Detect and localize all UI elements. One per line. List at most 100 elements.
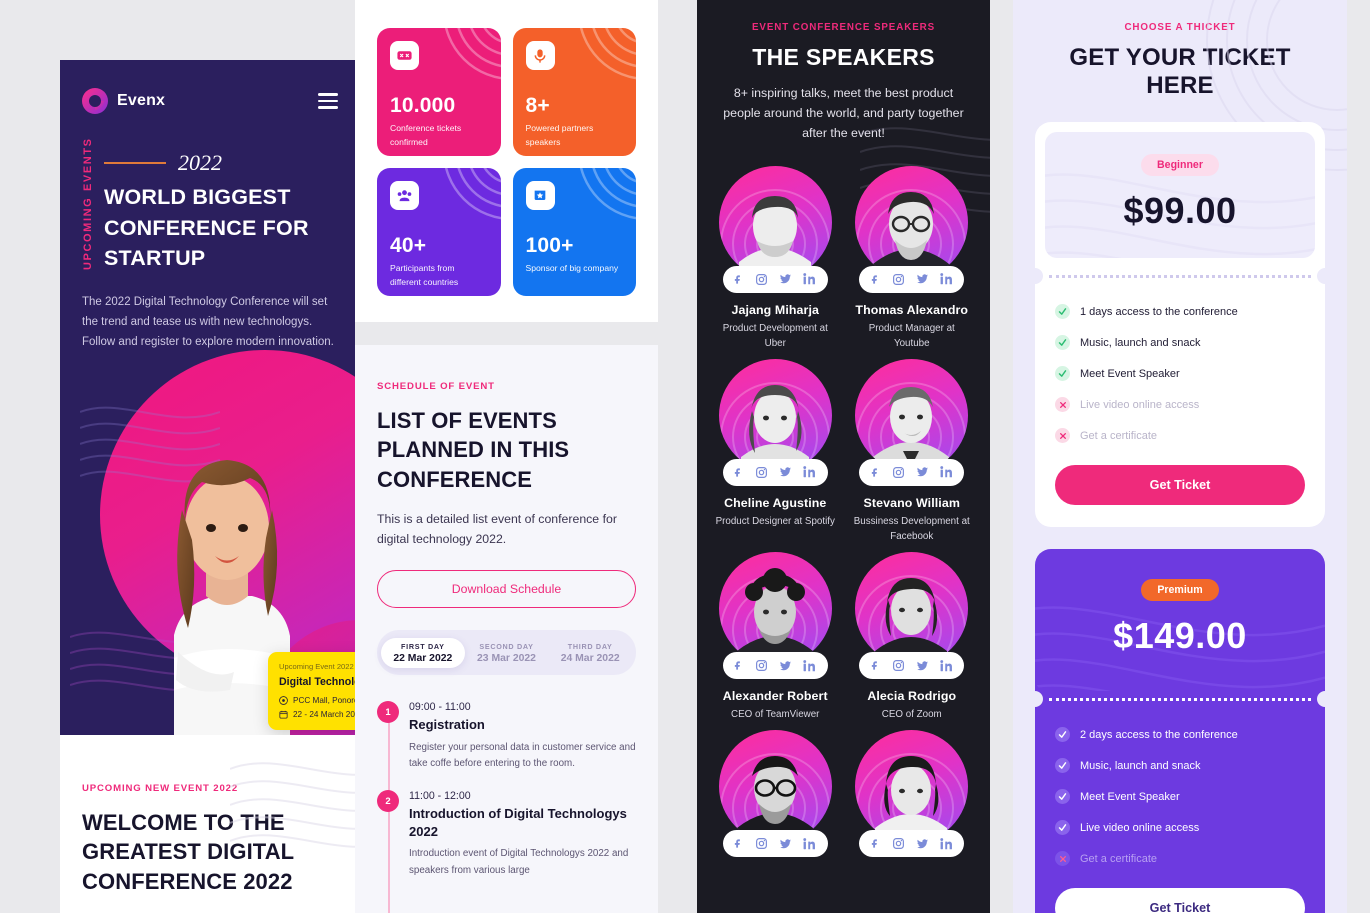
hero-body: UPCOMING EVENTS 2022 WORLD BIGGEST CONFE… bbox=[60, 114, 355, 274]
pricing-card-header: Premium $149.00 bbox=[1035, 549, 1325, 691]
check-icon bbox=[1055, 727, 1070, 742]
day-tab-2[interactable]: SECOND DAY 23 Mar 2022 bbox=[465, 638, 549, 668]
pricing-feature-4: Live video online access bbox=[1055, 812, 1305, 843]
get-ticket-button[interactable]: Get Ticket bbox=[1055, 465, 1305, 505]
speaker-role: Bussiness Development at Facebook bbox=[853, 515, 970, 543]
twitter-icon[interactable] bbox=[916, 466, 929, 478]
instagram-icon[interactable] bbox=[755, 659, 768, 672]
ticket-dotted-line bbox=[1049, 274, 1311, 278]
event-card-eyebrow: Upcoming Event 2022 bbox=[279, 662, 354, 671]
speaker-social-links[interactable] bbox=[859, 458, 965, 486]
ticket-perforation bbox=[1035, 268, 1325, 284]
speaker-name: Thomas Alexandro bbox=[855, 302, 969, 317]
facebook-icon[interactable] bbox=[870, 466, 881, 479]
pricing-feature-2: Music, launch and snack bbox=[1055, 750, 1305, 781]
speaker-social-links[interactable] bbox=[859, 265, 965, 293]
day-tabs[interactable]: FIRST DAY 22 Mar 2022 SECOND DAY 23 Mar 202… bbox=[377, 630, 636, 676]
facebook-icon[interactable] bbox=[733, 466, 744, 479]
pricing-feature-label: 1 days access to the conference bbox=[1080, 305, 1238, 318]
ticket-icon bbox=[390, 41, 419, 70]
linkedin-icon[interactable] bbox=[940, 659, 954, 672]
facebook-icon[interactable] bbox=[733, 273, 744, 286]
schedule-timeline: 1 09:00 - 11:00 Registration Register your … bbox=[377, 701, 636, 913]
twitter-icon[interactable] bbox=[916, 273, 929, 285]
hero-panel: Evenx UPCOMING EVENTS 2022 WORLD BIGGEST… bbox=[0, 0, 355, 913]
day-tab-key: FIRST DAY bbox=[401, 641, 445, 651]
stat-label: Participants from different countries bbox=[390, 263, 459, 287]
speaker-role: Product Designer at Spotify bbox=[715, 515, 835, 527]
microphone-icon bbox=[525, 41, 555, 70]
instagram-icon[interactable] bbox=[892, 659, 905, 672]
instagram-icon[interactable] bbox=[755, 273, 768, 286]
facebook-icon[interactable] bbox=[870, 273, 881, 286]
speaker-role: CEO of Zoom bbox=[881, 709, 942, 721]
page-root: Evenx UPCOMING EVENTS 2022 WORLD BIGGEST… bbox=[0, 0, 1370, 913]
check-icon bbox=[1055, 366, 1070, 381]
pricing-badge: Premium bbox=[1141, 579, 1219, 601]
day-tab-3[interactable]: THIRD DAY 24 Mar 2022 bbox=[548, 638, 632, 668]
instagram-icon[interactable] bbox=[892, 837, 905, 850]
twitter-icon[interactable] bbox=[779, 838, 792, 850]
stat-number: 40+ bbox=[390, 234, 427, 257]
speaker-social-links[interactable] bbox=[722, 265, 828, 293]
facebook-icon[interactable] bbox=[733, 659, 744, 672]
speaker-social-links[interactable] bbox=[859, 652, 965, 680]
pricing-price: $99.00 bbox=[1123, 190, 1237, 231]
pricing-feature-label: Live video online access bbox=[1080, 398, 1200, 411]
welcome-section: UPCOMING NEW EVENT 2022 WELCOME TO THE G… bbox=[60, 735, 355, 913]
instagram-icon[interactable] bbox=[892, 466, 905, 479]
twitter-icon[interactable] bbox=[916, 838, 929, 850]
linkedin-icon[interactable] bbox=[940, 273, 954, 285]
stats-grid: 10.000 Conference tickets confirmed 8+ Powe… bbox=[377, 28, 636, 296]
facebook-icon[interactable] bbox=[870, 837, 881, 850]
facebook-icon[interactable] bbox=[733, 837, 744, 850]
speaker-avatar bbox=[855, 358, 969, 472]
hero-vertical-label-2: EVENTS bbox=[82, 137, 94, 191]
linkedin-icon[interactable] bbox=[803, 838, 817, 850]
stat-number: 10.000 bbox=[390, 94, 456, 117]
speaker-social-links[interactable] bbox=[722, 652, 828, 680]
check-icon bbox=[1055, 335, 1070, 350]
speaker-social-links[interactable] bbox=[859, 830, 965, 858]
twitter-icon[interactable] bbox=[779, 466, 792, 478]
facebook-icon[interactable] bbox=[870, 659, 881, 672]
stat-card-3: 40+ Participants from different countries bbox=[377, 168, 501, 296]
hero-paragraph: The 2022 Digital Technology Conference w… bbox=[82, 295, 334, 349]
speaker-name: Stevano William bbox=[863, 495, 960, 510]
twitter-icon[interactable] bbox=[779, 660, 792, 672]
linkedin-icon[interactable] bbox=[803, 466, 817, 478]
twitter-icon[interactable] bbox=[916, 660, 929, 672]
timeline-item-1: 1 09:00 - 11:00 Registration Register your … bbox=[377, 701, 636, 772]
linkedin-icon[interactable] bbox=[940, 838, 954, 850]
download-schedule-button[interactable]: Download Schedule bbox=[377, 570, 636, 609]
evenx-logo-icon bbox=[82, 88, 108, 114]
pricing-feature-2: Music, launch and snack bbox=[1055, 327, 1305, 358]
speaker-card-8 bbox=[852, 730, 973, 867]
instagram-icon[interactable] bbox=[755, 466, 768, 479]
get-ticket-button[interactable]: Get Ticket bbox=[1055, 888, 1305, 913]
instagram-icon[interactable] bbox=[892, 273, 905, 286]
pricing-panel-wrap: CHOOSE A THICKET GET YOUR TICKET HERE Be… bbox=[1013, 0, 1370, 913]
linkedin-icon[interactable] bbox=[803, 273, 817, 285]
linkedin-icon[interactable] bbox=[803, 659, 817, 672]
pricing-feature-label: Live video online access bbox=[1080, 821, 1200, 834]
speaker-social-links[interactable] bbox=[722, 458, 828, 486]
twitter-icon[interactable] bbox=[779, 273, 792, 285]
linkedin-icon[interactable] bbox=[940, 466, 954, 478]
day-tab-1[interactable]: FIRST DAY 22 Mar 2022 bbox=[381, 637, 465, 668]
hero-card: Evenx UPCOMING EVENTS 2022 WORLD BIGGEST… bbox=[60, 60, 355, 735]
speaker-avatar bbox=[855, 552, 969, 666]
timeline-step-badge: 1 bbox=[377, 701, 399, 724]
speaker-avatar bbox=[718, 730, 832, 844]
check-icon bbox=[1055, 758, 1070, 773]
speakers-grid: Jajang Miharja Product Development at Ube… bbox=[715, 165, 973, 868]
hamburger-menu-icon[interactable] bbox=[318, 93, 338, 109]
day-tab-key: THIRD DAY bbox=[567, 641, 613, 651]
speaker-card-1: Jajang Miharja Product Development at Ube… bbox=[715, 165, 836, 351]
brand-logo[interactable]: Evenx bbox=[82, 88, 165, 114]
speaker-name: Alexander Robert bbox=[722, 689, 828, 704]
event-card-location: PCC Mall, Ponorogo bbox=[293, 696, 355, 705]
hero-navbar: Evenx bbox=[60, 60, 355, 114]
instagram-icon[interactable] bbox=[755, 837, 768, 850]
speaker-social-links[interactable] bbox=[722, 830, 828, 858]
